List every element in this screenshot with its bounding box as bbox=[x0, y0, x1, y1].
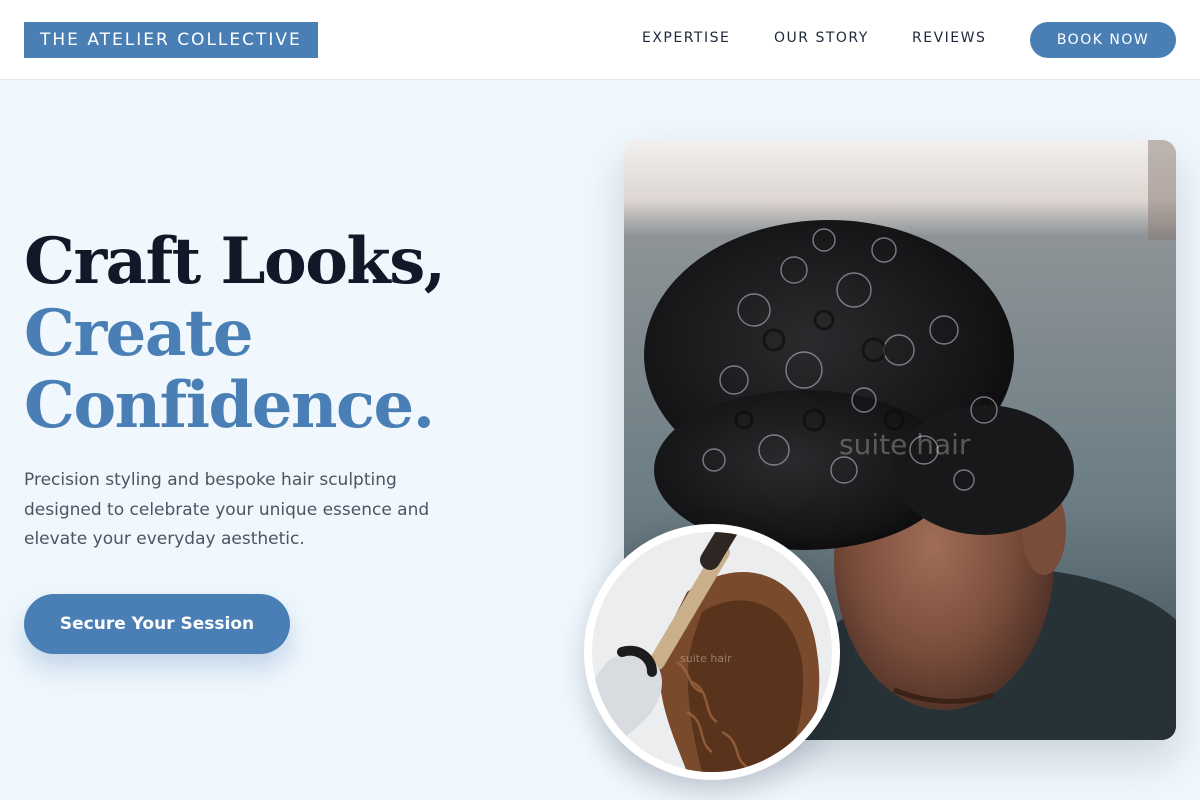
hero-subtext: Precision styling and bespoke hair sculp… bbox=[24, 470, 430, 549]
nav-link-our-story[interactable]: OUR STORY bbox=[774, 30, 869, 46]
headline-line-1: Craft Looks, bbox=[24, 224, 446, 299]
hero-headline: Craft Looks, Create Confidence. bbox=[24, 224, 446, 443]
nav-link-reviews[interactable]: REVIEWS bbox=[912, 30, 986, 46]
book-now-button[interactable]: BOOK NOW bbox=[1030, 22, 1176, 58]
styling-photo-curling-iron: suite hair bbox=[584, 524, 840, 780]
brand-logo[interactable]: THE ATELIER COLLECTIVE bbox=[24, 22, 318, 58]
image-watermark: suite hair bbox=[839, 428, 971, 461]
headline-line-2: Create bbox=[24, 296, 254, 371]
image-watermark-small: suite hair bbox=[680, 652, 732, 665]
nav-link-expertise[interactable]: EXPERTISE bbox=[642, 30, 730, 46]
headline-line-3: Confidence. bbox=[24, 368, 435, 443]
site-header: THE ATELIER COLLECTIVE EXPERTISE OUR STO… bbox=[0, 0, 1200, 80]
secure-session-button[interactable]: Secure Your Session bbox=[24, 594, 290, 654]
